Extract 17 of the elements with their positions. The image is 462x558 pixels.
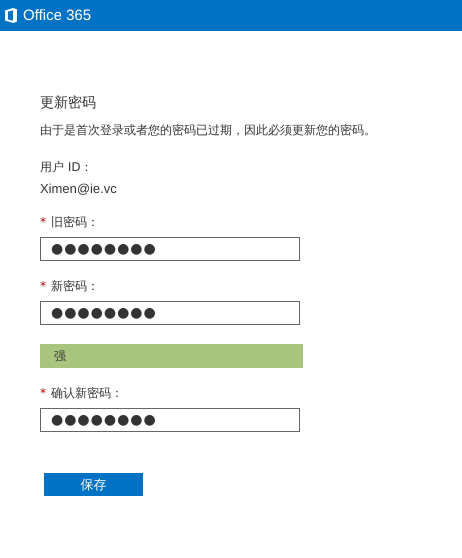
save-button[interactable]: 保存 xyxy=(44,473,143,496)
required-mark: * xyxy=(40,214,46,230)
app-title: Office 365 xyxy=(23,7,92,24)
user-id-label: 用户 ID： xyxy=(40,159,94,175)
password-field[interactable]: ●●●●●●●● xyxy=(40,301,300,325)
field-label: 确认新密码： xyxy=(51,385,123,401)
strength-label: 强 xyxy=(54,348,66,365)
required-mark: * xyxy=(40,278,46,294)
office-logo-icon xyxy=(5,8,17,23)
message-text: 由于是首次登录或者您的密码已过期，因此必须更新您的密码。 xyxy=(40,122,377,138)
form-title: 更新密码 xyxy=(40,94,97,113)
field-label: 新密码： xyxy=(51,278,99,294)
required-mark: * xyxy=(40,385,46,401)
password-field[interactable]: ●●●●●●●● xyxy=(40,237,300,261)
field-label: 旧密码： xyxy=(51,214,99,230)
password-field[interactable]: ●●●●●●●● xyxy=(40,408,300,432)
user-id-text: Ximen@ie.vc xyxy=(40,181,118,197)
